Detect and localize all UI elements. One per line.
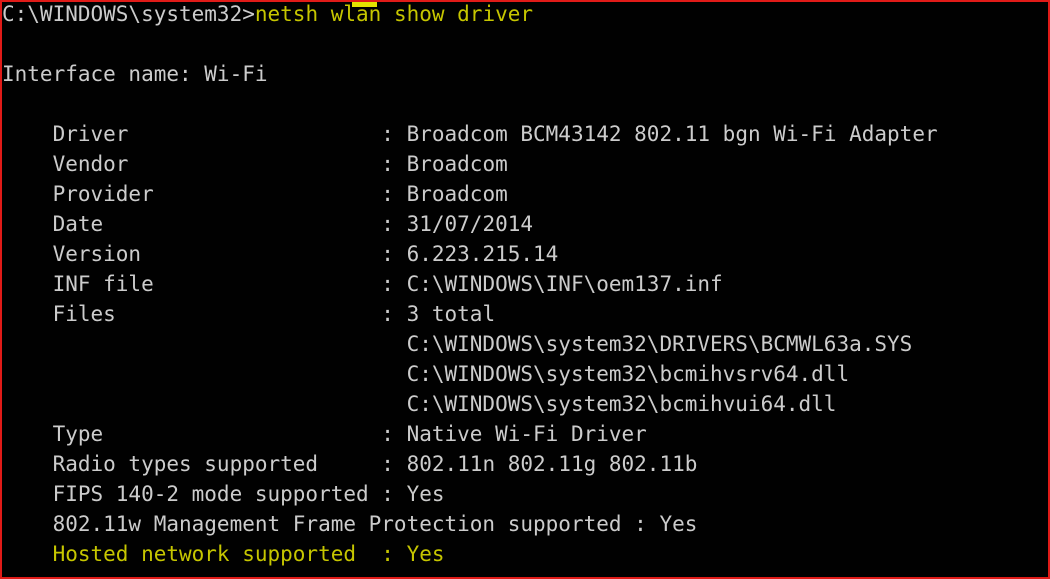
property-value: 6.223.215.14: [406, 242, 559, 266]
property-label: INF file: [2, 272, 382, 296]
property-label: Type: [2, 422, 382, 446]
property-value: C:\WINDOWS\INF\oem137.inf: [406, 272, 723, 296]
driver-file-path: C:\WINDOWS\system32\bcmihvsrv64.dll: [2, 362, 850, 386]
property-row: Driver : Broadcom BCM43142 802.11 bgn Wi…: [2, 119, 1048, 149]
property-row: INF file : C:\WINDOWS\INF\oem137.inf: [2, 269, 1048, 299]
prompt-path: C:\WINDOWS\system32>: [2, 2, 255, 26]
driver-file-row: C:\WINDOWS\system32\bcmihvui64.dll: [2, 389, 1048, 419]
property-label: Vendor: [2, 152, 382, 176]
property-value: 3 total: [406, 302, 496, 326]
property-label: Radio types supported: [2, 452, 382, 476]
property-value: 802.11n 802.11g 802.11b: [406, 452, 698, 476]
property-row: Date : 31/07/2014: [2, 209, 1048, 239]
hosted-network-supported-line: Hosted network supported : Yes: [2, 542, 445, 566]
property-label: Driver: [2, 122, 382, 146]
driver-properties-tail-block: Type : Native Wi-Fi Driver Radio types s…: [2, 419, 1048, 479]
property-value: 31/07/2014: [406, 212, 534, 236]
driver-file-row: C:\WINDOWS\system32\bcmihvsrv64.dll: [2, 359, 1048, 389]
typed-command[interactable]: netsh wlan show driver: [255, 2, 533, 26]
property-row: Radio types supported : 802.11n 802.11g …: [2, 449, 1048, 479]
property-row: Version : 6.223.215.14: [2, 239, 1048, 269]
property-label: Provider: [2, 182, 382, 206]
interface-name-text: Interface name: Wi-Fi: [2, 62, 268, 86]
support-line-text: 802.11w Management Frame Protection supp…: [2, 512, 698, 536]
property-separator: :: [381, 302, 407, 326]
driver-file-path: C:\WINDOWS\system32\DRIVERS\BCMWL63a.SYS: [2, 332, 913, 356]
property-separator: :: [381, 182, 407, 206]
property-row: Provider : Broadcom: [2, 179, 1048, 209]
property-separator: :: [381, 422, 407, 446]
interface-name-line: Interface name: Wi-Fi: [2, 59, 1048, 89]
driver-file-path: C:\WINDOWS\system32\bcmihvui64.dll: [2, 392, 837, 416]
command-prompt-window[interactable]: C:\WINDOWS\system32>netsh wlan show driv…: [0, 0, 1050, 579]
property-separator: :: [381, 152, 407, 176]
driver-properties-block: Driver : Broadcom BCM43142 802.11 bgn Wi…: [2, 119, 1048, 329]
support-line-text: FIPS 140-2 mode supported : Yes: [2, 482, 445, 506]
property-value: Native Wi-Fi Driver: [406, 422, 647, 446]
property-separator: :: [381, 272, 407, 296]
prompt-line: C:\WINDOWS\system32>netsh wlan show driv…: [2, 2, 1048, 29]
property-row: Vendor : Broadcom: [2, 149, 1048, 179]
property-separator: :: [381, 212, 407, 236]
support-line-row: FIPS 140-2 mode supported : Yes: [2, 479, 1048, 509]
property-label: Date: [2, 212, 382, 236]
property-label: Files: [2, 302, 382, 326]
property-row: Files : 3 total: [2, 299, 1048, 329]
support-line-row: Hosted network supported : Yes: [2, 539, 1048, 569]
property-separator: :: [381, 122, 407, 146]
property-label: Version: [2, 242, 382, 266]
property-row: Type : Native Wi-Fi Driver: [2, 419, 1048, 449]
driver-file-row: C:\WINDOWS\system32\DRIVERS\BCMWL63a.SYS: [2, 329, 1048, 359]
property-value: Broadcom BCM43142 802.11 bgn Wi-Fi Adapt…: [406, 122, 938, 146]
property-value: Broadcom: [406, 152, 508, 176]
driver-support-lines-block: FIPS 140-2 mode supported : Yes 802.11w …: [2, 479, 1048, 569]
driver-files-list: C:\WINDOWS\system32\DRIVERS\BCMWL63a.SYS…: [2, 329, 1048, 419]
support-line-row: 802.11w Management Frame Protection supp…: [2, 509, 1048, 539]
property-value: Broadcom: [406, 182, 508, 206]
terminal-screen: C:\WINDOWS\system32>netsh wlan show driv…: [2, 2, 1048, 569]
property-separator: :: [381, 452, 407, 476]
property-separator: :: [381, 242, 407, 266]
